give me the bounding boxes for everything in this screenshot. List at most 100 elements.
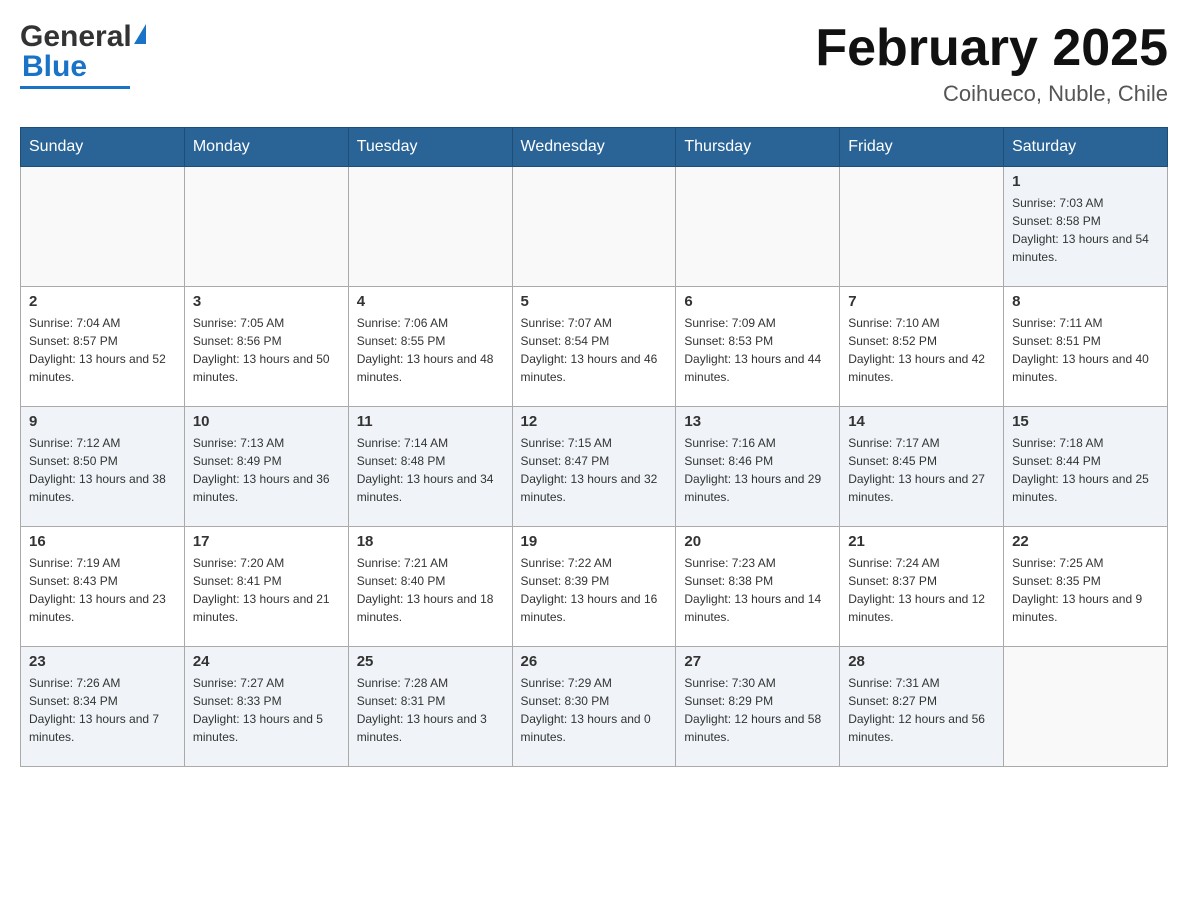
day-info: Sunrise: 7:10 AMSunset: 8:52 PMDaylight:… [848, 314, 995, 386]
day-info: Sunrise: 7:28 AMSunset: 8:31 PMDaylight:… [357, 674, 504, 746]
calendar-day-cell: 17 Sunrise: 7:20 AMSunset: 8:41 PMDayligh… [184, 527, 348, 647]
calendar-day-cell: 1 Sunrise: 7:03 AMSunset: 8:58 PMDaylight… [1004, 167, 1168, 287]
day-number: 10 [193, 413, 340, 430]
calendar-day-cell: 12 Sunrise: 7:15 AMSunset: 8:47 PMDayligh… [512, 407, 676, 527]
day-info: Sunrise: 7:04 AMSunset: 8:57 PMDaylight:… [29, 314, 176, 386]
calendar-table: Sunday Monday Tuesday Wednesday Thursday… [20, 127, 1168, 767]
day-number: 13 [684, 413, 831, 430]
day-info: Sunrise: 7:31 AMSunset: 8:27 PMDaylight:… [848, 674, 995, 746]
day-info: Sunrise: 7:09 AMSunset: 8:53 PMDaylight:… [684, 314, 831, 386]
day-info: Sunrise: 7:22 AMSunset: 8:39 PMDaylight:… [521, 554, 668, 626]
calendar-week-row: 23 Sunrise: 7:26 AMSunset: 8:34 PMDayligh… [21, 647, 1168, 767]
calendar-day-cell: 11Sunrise: 7:14 AMSunset: 8:48 PMDayligh… [348, 407, 512, 527]
calendar-day-cell: 18Sunrise: 7:21 AMSunset: 8:40 PMDayligh… [348, 527, 512, 647]
title-section: February 2025 Coihueco, Nuble, Chile [815, 20, 1168, 107]
calendar-day-cell: 22 Sunrise: 7:25 AMSunset: 8:35 PMDayligh… [1004, 527, 1168, 647]
day-info: Sunrise: 7:30 AMSunset: 8:29 PMDaylight:… [684, 674, 831, 746]
day-number: 4 [357, 293, 504, 310]
calendar-day-cell: 13 Sunrise: 7:16 AMSunset: 8:46 PMDayligh… [676, 407, 840, 527]
calendar-day-cell: 14 Sunrise: 7:17 AMSunset: 8:45 PMDayligh… [840, 407, 1004, 527]
calendar-day-cell [840, 167, 1004, 287]
calendar-day-cell: 16 Sunrise: 7:19 AMSunset: 8:43 PMDayligh… [21, 527, 185, 647]
calendar-day-cell: 28 Sunrise: 7:31 AMSunset: 8:27 PMDayligh… [840, 647, 1004, 767]
col-thursday: Thursday [676, 128, 840, 167]
col-sunday: Sunday [21, 128, 185, 167]
day-info: Sunrise: 7:27 AMSunset: 8:33 PMDaylight:… [193, 674, 340, 746]
page-header: General Blue February 2025 Coihueco, Nub… [20, 20, 1168, 107]
location: Coihueco, Nuble, Chile [815, 81, 1168, 107]
col-wednesday: Wednesday [512, 128, 676, 167]
calendar-day-cell [512, 167, 676, 287]
day-number: 19 [521, 533, 668, 550]
day-info: Sunrise: 7:24 AMSunset: 8:37 PMDaylight:… [848, 554, 995, 626]
calendar-week-row: 2Sunrise: 7:04 AMSunset: 8:57 PMDaylight… [21, 287, 1168, 407]
day-info: Sunrise: 7:15 AMSunset: 8:47 PMDaylight:… [521, 434, 668, 506]
day-number: 7 [848, 293, 995, 310]
day-number: 28 [848, 653, 995, 670]
day-info: Sunrise: 7:06 AMSunset: 8:55 PMDaylight:… [357, 314, 504, 386]
calendar-day-cell [348, 167, 512, 287]
calendar-day-cell [676, 167, 840, 287]
calendar-day-cell: 19 Sunrise: 7:22 AMSunset: 8:39 PMDayligh… [512, 527, 676, 647]
day-info: Sunrise: 7:26 AMSunset: 8:34 PMDaylight:… [29, 674, 176, 746]
day-number: 6 [684, 293, 831, 310]
logo-blue: Blue [22, 50, 87, 84]
day-info: Sunrise: 7:23 AMSunset: 8:38 PMDaylight:… [684, 554, 831, 626]
calendar-day-cell: 10 Sunrise: 7:13 AMSunset: 8:49 PMDayligh… [184, 407, 348, 527]
day-info: Sunrise: 7:03 AMSunset: 8:58 PMDaylight:… [1012, 194, 1159, 266]
calendar-day-cell: 7 Sunrise: 7:10 AMSunset: 8:52 PMDaylight… [840, 287, 1004, 407]
day-info: Sunrise: 7:18 AMSunset: 8:44 PMDaylight:… [1012, 434, 1159, 506]
calendar-day-cell: 8Sunrise: 7:11 AMSunset: 8:51 PMDaylight… [1004, 287, 1168, 407]
day-info: Sunrise: 7:12 AMSunset: 8:50 PMDaylight:… [29, 434, 176, 506]
calendar-day-cell: 3 Sunrise: 7:05 AMSunset: 8:56 PMDaylight… [184, 287, 348, 407]
day-info: Sunrise: 7:19 AMSunset: 8:43 PMDaylight:… [29, 554, 176, 626]
day-info: Sunrise: 7:05 AMSunset: 8:56 PMDaylight:… [193, 314, 340, 386]
calendar-day-cell: 24 Sunrise: 7:27 AMSunset: 8:33 PMDayligh… [184, 647, 348, 767]
calendar-day-cell: 26 Sunrise: 7:29 AMSunset: 8:30 PMDayligh… [512, 647, 676, 767]
day-number: 9 [29, 413, 176, 430]
calendar-day-cell: 2Sunrise: 7:04 AMSunset: 8:57 PMDaylight… [21, 287, 185, 407]
calendar-day-cell [1004, 647, 1168, 767]
logo-underline [20, 86, 130, 89]
day-number: 17 [193, 533, 340, 550]
col-saturday: Saturday [1004, 128, 1168, 167]
calendar-day-cell: 27 Sunrise: 7:30 AMSunset: 8:29 PMDayligh… [676, 647, 840, 767]
day-info: Sunrise: 7:25 AMSunset: 8:35 PMDaylight:… [1012, 554, 1159, 626]
day-number: 24 [193, 653, 340, 670]
day-info: Sunrise: 7:07 AMSunset: 8:54 PMDaylight:… [521, 314, 668, 386]
calendar-week-row: 16 Sunrise: 7:19 AMSunset: 8:43 PMDayligh… [21, 527, 1168, 647]
day-info: Sunrise: 7:16 AMSunset: 8:46 PMDaylight:… [684, 434, 831, 506]
col-friday: Friday [840, 128, 1004, 167]
day-number: 23 [29, 653, 176, 670]
day-number: 27 [684, 653, 831, 670]
month-title: February 2025 [815, 20, 1168, 77]
logo-triangle-icon [134, 24, 146, 44]
day-info: Sunrise: 7:17 AMSunset: 8:45 PMDaylight:… [848, 434, 995, 506]
day-info: Sunrise: 7:20 AMSunset: 8:41 PMDaylight:… [193, 554, 340, 626]
calendar-day-cell: 21Sunrise: 7:24 AMSunset: 8:37 PMDayligh… [840, 527, 1004, 647]
day-number: 12 [521, 413, 668, 430]
day-number: 22 [1012, 533, 1159, 550]
day-number: 16 [29, 533, 176, 550]
day-number: 20 [684, 533, 831, 550]
day-number: 26 [521, 653, 668, 670]
calendar-day-cell [21, 167, 185, 287]
day-number: 14 [848, 413, 995, 430]
day-number: 1 [1012, 173, 1159, 190]
calendar-day-cell: 20 Sunrise: 7:23 AMSunset: 8:38 PMDayligh… [676, 527, 840, 647]
calendar-day-cell: 25 Sunrise: 7:28 AMSunset: 8:31 PMDayligh… [348, 647, 512, 767]
day-number: 3 [193, 293, 340, 310]
day-info: Sunrise: 7:13 AMSunset: 8:49 PMDaylight:… [193, 434, 340, 506]
calendar-day-cell [184, 167, 348, 287]
col-tuesday: Tuesday [348, 128, 512, 167]
day-info: Sunrise: 7:11 AMSunset: 8:51 PMDaylight:… [1012, 314, 1159, 386]
day-info: Sunrise: 7:29 AMSunset: 8:30 PMDaylight:… [521, 674, 668, 746]
calendar-day-cell: 6 Sunrise: 7:09 AMSunset: 8:53 PMDaylight… [676, 287, 840, 407]
calendar-week-row: 9 Sunrise: 7:12 AMSunset: 8:50 PMDaylight… [21, 407, 1168, 527]
logo-general: General [20, 20, 132, 54]
calendar-day-cell: 5Sunrise: 7:07 AMSunset: 8:54 PMDaylight… [512, 287, 676, 407]
calendar-day-cell: 23 Sunrise: 7:26 AMSunset: 8:34 PMDayligh… [21, 647, 185, 767]
calendar-day-cell: 15Sunrise: 7:18 AMSunset: 8:44 PMDayligh… [1004, 407, 1168, 527]
logo: General Blue [20, 20, 146, 89]
day-number: 25 [357, 653, 504, 670]
